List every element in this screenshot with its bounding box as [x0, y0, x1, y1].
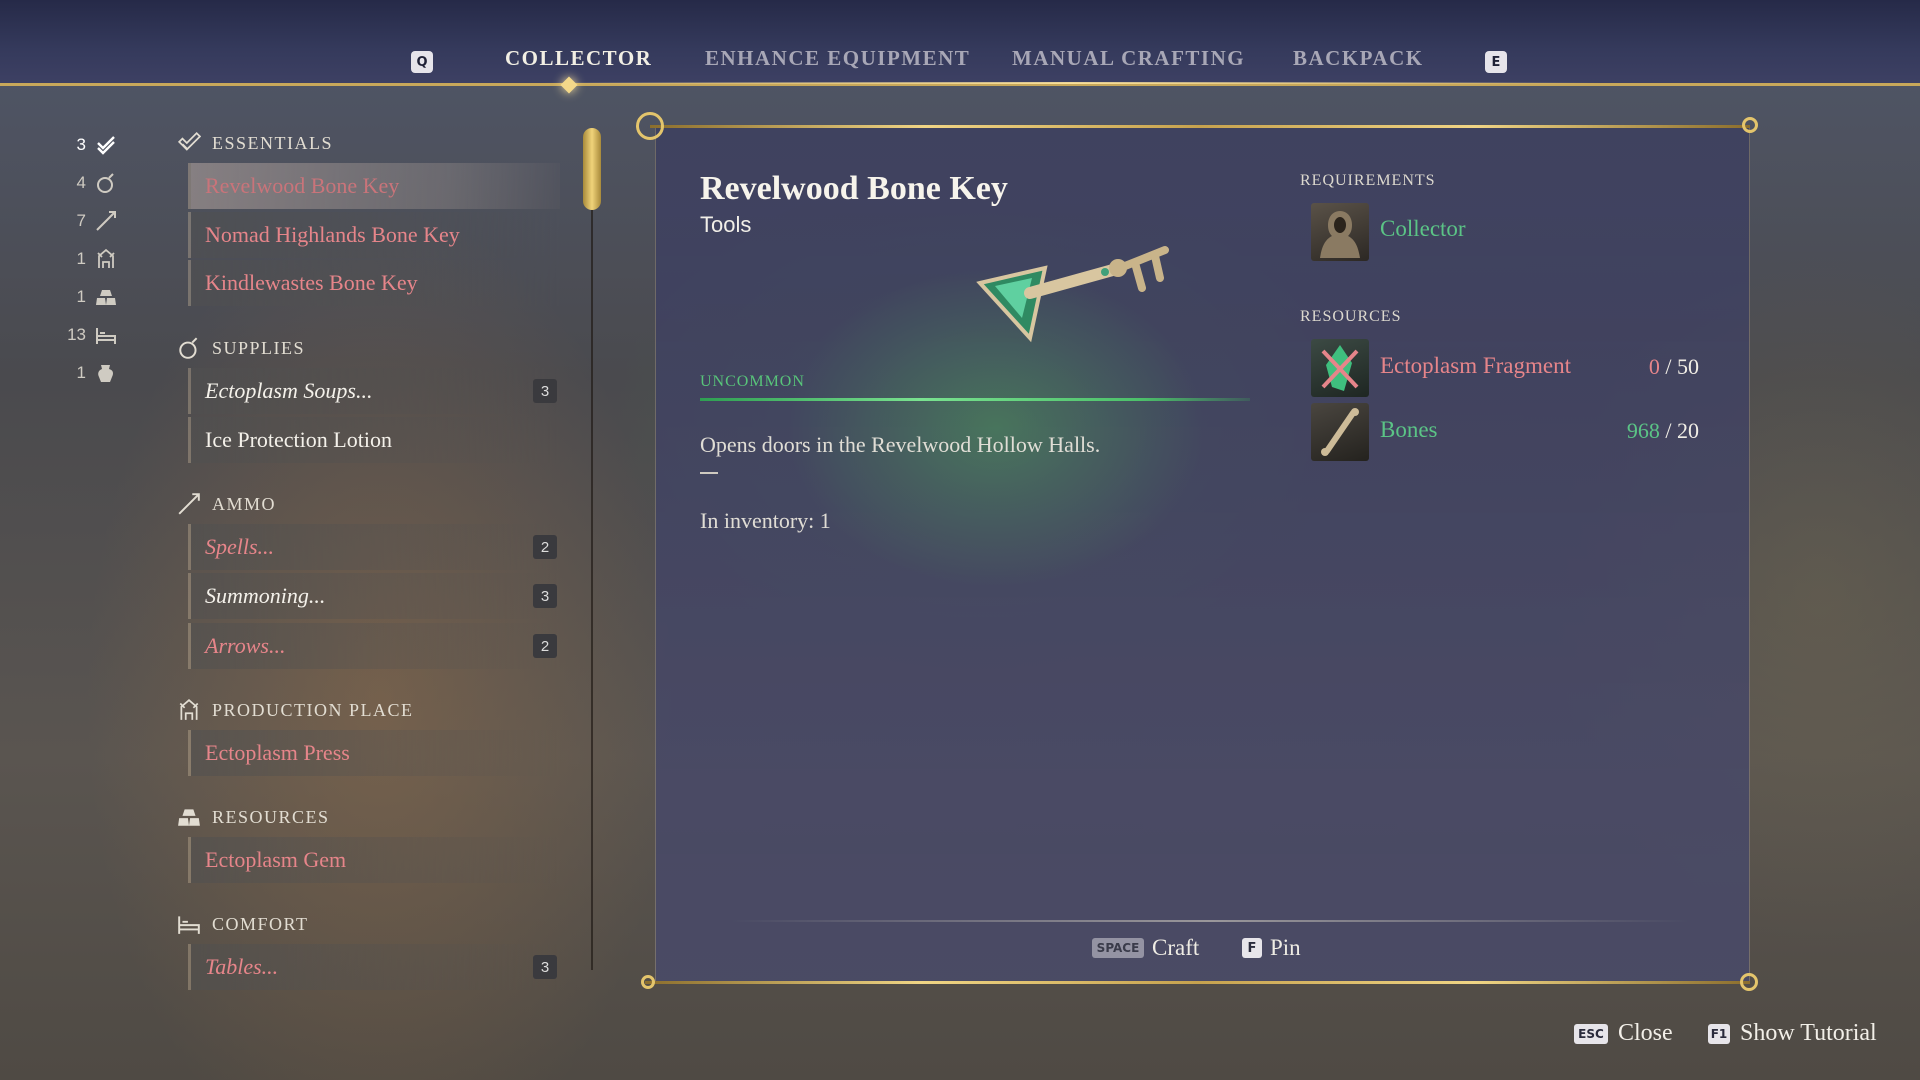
- counter-supplies[interactable]: 4: [58, 171, 118, 195]
- space-key: SPACE: [1092, 938, 1144, 958]
- counter-production[interactable]: 1: [58, 247, 118, 271]
- recipe-detail-panel: [655, 128, 1750, 982]
- item-title: Revelwood Bone Key: [700, 170, 1008, 207]
- requirements-heading: REQUIREMENTS: [1300, 172, 1436, 189]
- arrow-icon: [176, 491, 202, 517]
- esc-key: ESC: [1574, 1023, 1608, 1044]
- corner-ornament: [641, 975, 655, 989]
- rarity-bar: [700, 398, 1250, 401]
- list-item-revelwood-bone-key[interactable]: Revelwood Bone Key: [188, 163, 560, 209]
- bed-icon: [94, 323, 118, 347]
- count-badge: 3: [533, 379, 557, 403]
- tab-backpack[interactable]: BACKPACK: [1293, 46, 1424, 71]
- item-type: Tools: [700, 212, 752, 237]
- counter-misc[interactable]: 1: [58, 361, 118, 385]
- category-comfort: COMFORT: [176, 911, 308, 937]
- counter-essentials[interactable]: 3: [58, 133, 118, 157]
- resources-icon: [94, 285, 118, 309]
- category-production-place: PRODUCTION PLACE: [176, 697, 414, 723]
- potion-icon: [176, 335, 202, 361]
- list-item-spells[interactable]: Spells... 2: [188, 524, 560, 570]
- action-divider: [730, 920, 1690, 922]
- active-tab-glow: [540, 82, 1600, 84]
- potion-icon: [94, 171, 118, 195]
- bones-icon: [1311, 403, 1369, 461]
- bed-icon: [176, 911, 202, 937]
- resource-count: 0 / 50: [1648, 354, 1699, 379]
- essentials-icon: [94, 133, 118, 157]
- prev-tab-key[interactable]: Q: [411, 51, 433, 73]
- category-supplies: SUPPLIES: [176, 335, 305, 361]
- resource-ectoplasm-fragment: Ectoplasm Fragment: [1380, 353, 1571, 378]
- ectoplasm-fragment-icon: [1311, 339, 1369, 397]
- list-item-tables[interactable]: Tables... 3: [188, 944, 560, 990]
- category-essentials: ESSENTIALS: [176, 130, 333, 156]
- collector-portrait: [1311, 203, 1369, 261]
- top-tab-bar: [0, 0, 1920, 86]
- corner-ornament: [636, 112, 664, 140]
- list-item-ice-protection-lotion[interactable]: Ice Protection Lotion: [188, 417, 560, 463]
- count-badge: 3: [533, 955, 557, 979]
- list-item-ectoplasm-press[interactable]: Ectoplasm Press: [188, 730, 560, 776]
- tab-collector[interactable]: COLLECTOR: [505, 46, 652, 71]
- bone-key-image: [976, 246, 1169, 343]
- panel-bottom-border: [645, 981, 1750, 984]
- list-item-arrows[interactable]: Arrows... 2: [188, 623, 560, 669]
- list-scrollbar-thumb[interactable]: [583, 128, 601, 210]
- production-icon: [94, 247, 118, 271]
- corner-ornament: [1742, 117, 1758, 133]
- panel-top-border: [650, 125, 1750, 128]
- resource-bones: Bones: [1380, 417, 1438, 442]
- list-item-ectoplasm-soups[interactable]: Ectoplasm Soups... 3: [188, 368, 560, 414]
- close-action[interactable]: ESC Close: [1574, 1020, 1673, 1047]
- production-icon: [176, 697, 202, 723]
- essentials-icon: [176, 130, 202, 156]
- list-item-summoning[interactable]: Summoning... 3: [188, 573, 560, 619]
- inventory-count: In inventory: 1: [700, 508, 831, 533]
- list-item-nomad-highlands-bone-key[interactable]: Nomad Highlands Bone Key: [188, 212, 560, 258]
- requirement-collector: Collector: [1380, 216, 1466, 241]
- count-badge: 3: [533, 584, 557, 608]
- show-tutorial-action[interactable]: F1 Show Tutorial: [1708, 1020, 1877, 1047]
- item-description: Opens doors in the Revelwood Hollow Hall…: [700, 432, 1101, 457]
- resources-icon: [176, 804, 202, 830]
- next-tab-key[interactable]: E: [1485, 51, 1507, 73]
- rarity-label: UNCOMMON: [700, 373, 805, 390]
- list-scrollbar[interactable]: [591, 130, 593, 970]
- jug-icon: [94, 361, 118, 385]
- divider: [700, 472, 718, 474]
- corner-ornament: [1740, 973, 1758, 991]
- resource-count: 968 / 20: [1626, 418, 1699, 443]
- counter-comfort[interactable]: 13: [58, 323, 118, 347]
- count-badge: 2: [533, 535, 557, 559]
- counter-ammo[interactable]: 7: [58, 209, 118, 233]
- tab-enhance-equipment[interactable]: ENHANCE EQUIPMENT: [705, 46, 970, 71]
- counter-resources[interactable]: 1: [58, 285, 118, 309]
- f-key: F: [1242, 938, 1262, 958]
- resources-heading: RESOURCES: [1300, 308, 1402, 325]
- craft-action[interactable]: SPACE Craft: [1092, 935, 1199, 961]
- pin-action[interactable]: F Pin: [1242, 935, 1301, 961]
- category-resources: RESOURCES: [176, 804, 330, 830]
- category-ammo: AMMO: [176, 491, 276, 517]
- count-badge: 2: [533, 634, 557, 658]
- tab-manual-crafting[interactable]: MANUAL CRAFTING: [1012, 46, 1245, 71]
- list-item-kindlewastes-bone-key[interactable]: Kindlewastes Bone Key: [188, 260, 560, 306]
- f1-key: F1: [1708, 1023, 1730, 1044]
- arrow-icon: [94, 209, 118, 233]
- list-item-ectoplasm-gem[interactable]: Ectoplasm Gem: [188, 837, 560, 883]
